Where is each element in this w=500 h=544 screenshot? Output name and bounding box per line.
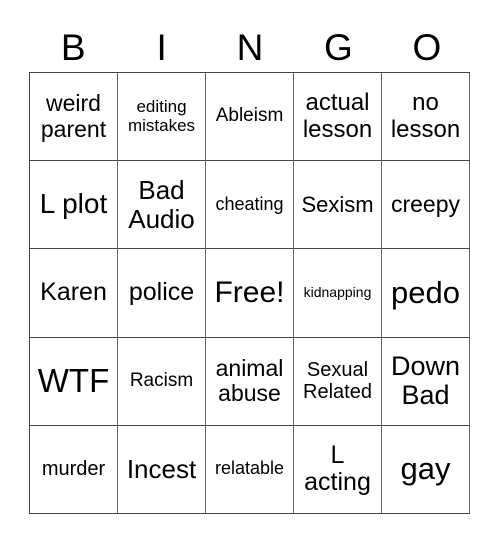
bingo-cell[interactable]: editing mistakes (118, 73, 206, 162)
bingo-header: B I N G O (29, 28, 471, 68)
bingo-cell[interactable]: Bad Audio (118, 161, 206, 250)
header-letter-n: N (236, 27, 264, 68)
bingo-cell[interactable]: relatable (206, 425, 294, 514)
bingo-cell[interactable]: murder (30, 425, 118, 514)
bingo-cell[interactable]: gay (382, 425, 470, 514)
bingo-cell[interactable]: Sexism (294, 161, 382, 250)
bingo-cell[interactable]: L acting (294, 425, 382, 514)
bingo-cell[interactable]: Incest (118, 425, 206, 514)
bingo-cell[interactable]: cheating (206, 161, 294, 250)
bingo-cell[interactable]: Down Bad (382, 337, 470, 426)
bingo-cell free-space[interactable]: Free! (206, 249, 294, 338)
bingo-cell[interactable]: WTF (30, 337, 118, 426)
bingo-cell[interactable]: pedo (382, 249, 470, 338)
bingo-cell[interactable]: kidnapping (294, 249, 382, 338)
bingo-card: weird parent editing mistakes Ableism ac… (29, 72, 470, 514)
bingo-cell[interactable]: weird parent (30, 73, 118, 162)
header-letter-i: I (156, 27, 167, 68)
bingo-cell[interactable]: police (118, 249, 206, 338)
bingo-cell[interactable]: animal abuse (206, 337, 294, 426)
bingo-cell[interactable]: actual lesson (294, 73, 382, 162)
header-letter-o: O (412, 27, 442, 68)
bingo-cell[interactable]: creepy (382, 161, 470, 250)
bingo-cell[interactable]: Racism (118, 337, 206, 426)
bingo-cell[interactable]: Ableism (206, 73, 294, 162)
header-letter-b: B (60, 27, 86, 68)
bingo-cell[interactable]: L plot (30, 161, 118, 250)
header-letter-g: G (324, 27, 353, 68)
bingo-cell[interactable]: no lesson (382, 73, 470, 162)
bingo-cell[interactable]: Sexual Related (294, 337, 382, 426)
bingo-cell[interactable]: Karen (30, 249, 118, 338)
